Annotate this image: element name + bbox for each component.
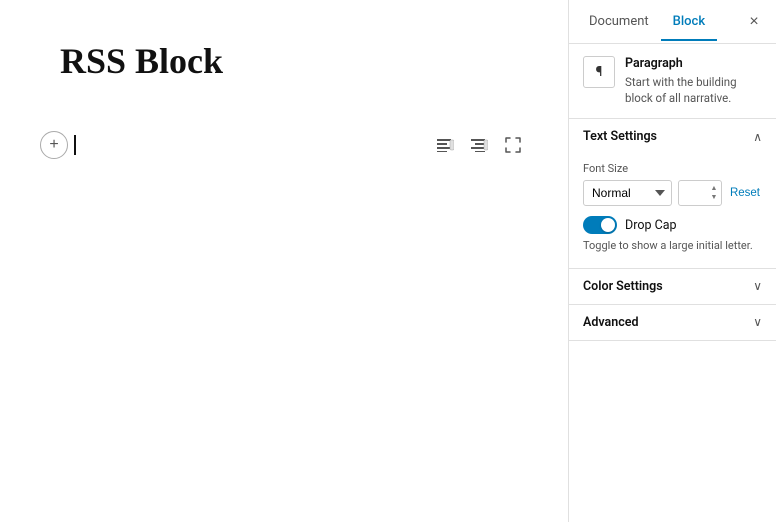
- sidebar-tabs: Document Block ×: [569, 0, 776, 44]
- font-size-select[interactable]: Small Normal Medium Large Huge: [583, 180, 672, 206]
- drop-cap-row: Drop Cap: [583, 216, 762, 234]
- advanced-header[interactable]: Advanced ∨: [569, 305, 776, 340]
- text-settings-header[interactable]: Text Settings ∧: [569, 119, 776, 154]
- align-left-icon: [436, 138, 454, 152]
- editor-toolbar: +: [40, 130, 528, 160]
- color-settings-chevron-icon: ∨: [753, 279, 762, 293]
- advanced-chevron-icon: ∨: [753, 315, 762, 329]
- toggle-knob: [601, 218, 615, 232]
- block-name: Paragraph: [625, 56, 762, 71]
- block-info: ¶ Paragraph Start with the building bloc…: [569, 44, 776, 119]
- align-right-button[interactable]: [464, 130, 494, 160]
- color-settings-header[interactable]: Color Settings ∨: [569, 269, 776, 304]
- page-title: RSS Block: [60, 40, 508, 82]
- text-cursor: [74, 135, 76, 155]
- block-description-text: Start with the building block of all nar…: [625, 74, 762, 106]
- add-block-button[interactable]: +: [40, 131, 68, 159]
- fullscreen-icon: [505, 137, 521, 153]
- editor-area: RSS Block +: [0, 0, 568, 522]
- align-right-icon: [470, 138, 488, 152]
- align-left-button[interactable]: [430, 130, 460, 160]
- advanced-section: Advanced ∨: [569, 305, 776, 341]
- text-settings-chevron-icon: ∧: [753, 130, 762, 144]
- block-type-icon: ¶: [583, 56, 615, 88]
- advanced-title: Advanced: [583, 315, 639, 330]
- drop-cap-hint: Toggle to show a large initial letter.: [583, 238, 762, 253]
- block-description: Paragraph Start with the building block …: [625, 56, 762, 106]
- close-sidebar-button[interactable]: ×: [740, 8, 768, 36]
- color-settings-section: Color Settings ∨: [569, 269, 776, 305]
- toolbar-left: +: [40, 131, 76, 159]
- spinner-down-button[interactable]: ▼: [708, 194, 720, 202]
- fullscreen-button[interactable]: [498, 130, 528, 160]
- drop-cap-toggle[interactable]: [583, 216, 617, 234]
- color-settings-title: Color Settings: [583, 279, 663, 294]
- toolbar-right: [430, 130, 528, 160]
- font-size-label: Font Size: [583, 162, 762, 175]
- tab-document[interactable]: Document: [577, 4, 661, 41]
- text-settings-title: Text Settings: [583, 129, 657, 144]
- tab-block[interactable]: Block: [661, 4, 717, 41]
- font-size-setting: Font Size Small Normal Medium Large Huge…: [583, 162, 762, 206]
- spinner-up-button[interactable]: ▲: [708, 185, 720, 193]
- text-settings-content: Font Size Small Normal Medium Large Huge…: [569, 154, 776, 267]
- plus-icon: +: [49, 136, 58, 154]
- reset-button[interactable]: Reset: [728, 185, 762, 201]
- text-settings-section: Text Settings ∧ Font Size Small Normal M…: [569, 119, 776, 268]
- drop-cap-label: Drop Cap: [625, 218, 677, 233]
- font-size-number-wrapper: ▲ ▼: [678, 180, 722, 206]
- number-spinners: ▲ ▼: [708, 180, 720, 206]
- sidebar: Document Block × ¶ Paragraph Start with …: [568, 0, 776, 522]
- font-size-row: Small Normal Medium Large Huge ▲ ▼ Reset: [583, 180, 762, 206]
